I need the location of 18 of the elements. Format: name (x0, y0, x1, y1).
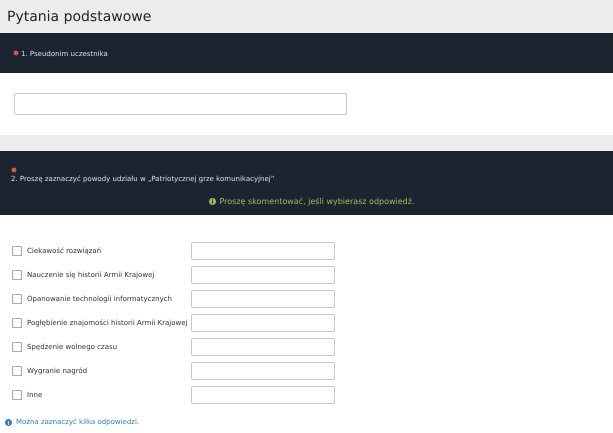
info-icon (209, 198, 216, 205)
comment-field[interactable] (191, 362, 335, 380)
page-title: Pytania podstawowe (7, 8, 152, 24)
comment-field[interactable] (191, 290, 335, 308)
checkbox[interactable] (12, 390, 22, 400)
checkbox[interactable] (12, 270, 22, 280)
comment-field[interactable] (191, 314, 335, 332)
hint-text: Proszę skomentować, jeśli wybierasz odpowiedź. (219, 197, 415, 206)
input-field[interactable] (14, 93, 347, 115)
checkbox[interactable] (12, 366, 22, 376)
checkbox[interactable] (12, 318, 22, 328)
comment-field[interactable] (191, 338, 335, 356)
checkbox[interactable] (12, 246, 22, 256)
comment-field[interactable] (191, 242, 335, 260)
comment-field[interactable] (191, 266, 335, 284)
checkbox[interactable] (12, 342, 22, 352)
checkbox[interactable] (12, 294, 22, 304)
comment-field[interactable] (191, 386, 335, 404)
